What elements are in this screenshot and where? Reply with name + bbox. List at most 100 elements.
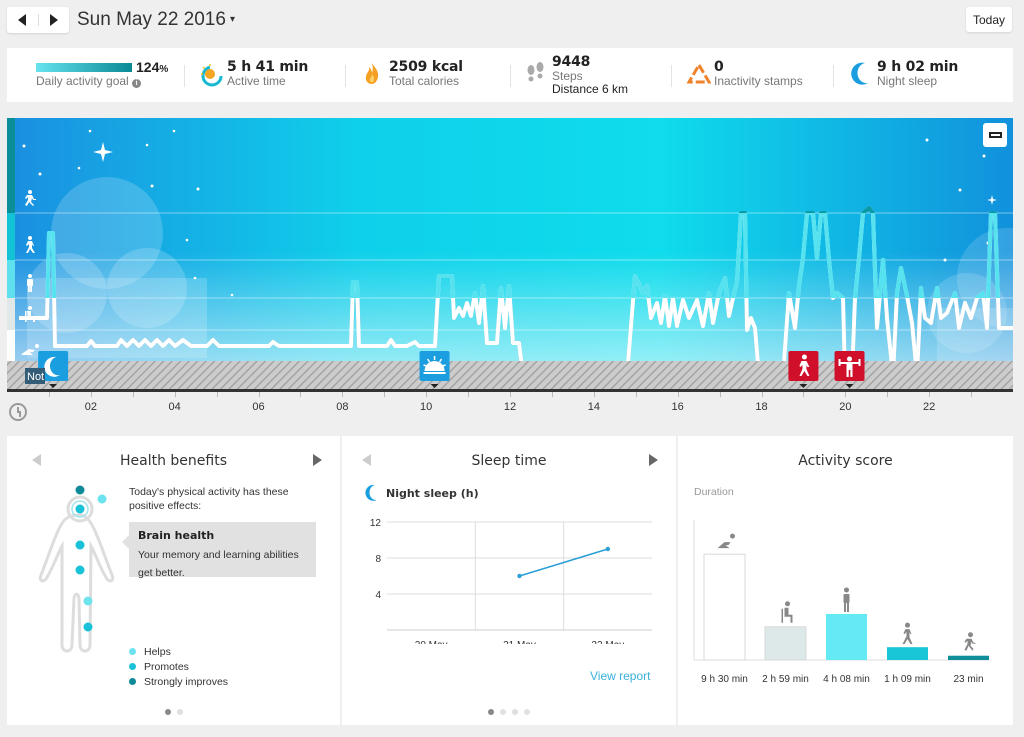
benefit-legend: Helps Promotes Strongly improves xyxy=(129,644,228,689)
today-button[interactable]: Today xyxy=(966,7,1012,32)
bar-label: 1 h 09 min xyxy=(884,674,931,685)
bar-label: 2 h 59 min xyxy=(762,674,809,685)
health-benefits-panel: Health benefits Today's physical activit… xyxy=(7,436,340,725)
standing-icon xyxy=(843,587,850,612)
active-time-label: Active time xyxy=(227,74,286,88)
date-label: Sun May 22 2016 xyxy=(77,9,226,30)
benefit-callout: Brain health Your memory and learning ab… xyxy=(122,522,316,579)
x-tick-label: 20 May xyxy=(415,640,448,644)
activity-goal-percent: 124% xyxy=(136,59,169,75)
axis-tick xyxy=(719,392,721,397)
panel-next-arrow[interactable] xyxy=(649,454,658,466)
benefit-dot xyxy=(75,485,85,495)
benefit-dot xyxy=(83,596,93,606)
axis-tick xyxy=(174,392,176,397)
axis-label: 08 xyxy=(336,401,349,413)
panel-next-arrow[interactable] xyxy=(313,454,322,466)
level-band-resting xyxy=(7,330,15,361)
page-dot[interactable] xyxy=(512,709,518,715)
axis-tick xyxy=(887,392,889,397)
bar-running xyxy=(948,655,989,660)
axis-tick xyxy=(384,392,386,397)
bar-resting xyxy=(703,553,746,661)
axis-tick xyxy=(90,392,92,397)
chevron-left-icon xyxy=(18,14,27,26)
panel-title: Health benefits xyxy=(119,453,227,469)
duration-axis-label: Duration xyxy=(694,486,734,498)
axis-tick xyxy=(510,392,511,397)
top-bar: Sun May 22 2016 ▾ Today xyxy=(0,0,1024,44)
y-tick-label: 8 xyxy=(375,554,381,565)
activity-score-panel: Activity score Duration 9 h 30 min 2 h 59… xyxy=(678,436,1013,725)
page-dots xyxy=(7,709,340,715)
timeline-graph: Not xyxy=(7,118,1013,392)
body-figure xyxy=(38,485,115,653)
divider xyxy=(671,65,672,87)
x-tick-label: 22 May xyxy=(591,640,624,644)
x-tick-label: 21 May xyxy=(503,640,536,644)
next-day-button[interactable] xyxy=(39,7,70,33)
callout-title: Brain health xyxy=(138,529,215,542)
page-dot[interactable] xyxy=(488,709,494,715)
chevron-right-icon xyxy=(49,14,58,26)
benefit-dot xyxy=(75,565,85,575)
axis-tick xyxy=(258,392,260,397)
activity-bar-chart: 9 h 30 min 2 h 59 min 4 h 08 min 1 h 09 min… xyxy=(693,520,989,685)
axis-tick xyxy=(216,392,218,397)
sleep-time-panel: Sleep time Night sleep (h) 4 8 12 20 May 21 … xyxy=(342,436,676,725)
level-band-running xyxy=(7,118,15,213)
axis-tick xyxy=(426,392,428,397)
benefit-intro: Today's physical activity has these posi… xyxy=(129,486,289,512)
moon-icon xyxy=(851,62,868,85)
axis-tick xyxy=(761,392,763,397)
activity-goal-label: Daily activity goal i xyxy=(36,74,142,88)
sleep-data-point xyxy=(605,546,611,552)
panel-prev-arrow[interactable] xyxy=(362,454,371,466)
divider xyxy=(184,65,185,87)
axis-tick xyxy=(677,392,679,397)
axis-tick xyxy=(342,392,344,397)
info-icon[interactable]: i xyxy=(132,79,142,88)
panel-prev-arrow[interactable] xyxy=(32,454,41,466)
activity-timeline[interactable]: Not xyxy=(7,118,1013,392)
sleep-data-point xyxy=(517,573,522,579)
legend-item: Helps xyxy=(129,644,228,659)
axis-tick xyxy=(468,392,470,397)
axis-tick xyxy=(132,392,134,397)
bar-label: 9 h 30 min xyxy=(701,674,748,685)
prev-day-button[interactable] xyxy=(7,7,38,33)
active-time-value: 5 h 41 min xyxy=(227,59,309,75)
axis-label: 18 xyxy=(755,401,768,413)
axis-tick xyxy=(48,392,50,397)
activity-goal-bar xyxy=(36,63,132,72)
panel-title: Activity score xyxy=(798,453,893,469)
collapse-button[interactable] xyxy=(983,123,1007,147)
page-dot[interactable] xyxy=(164,709,171,715)
date-selector[interactable]: Sun May 22 2016 ▾ xyxy=(77,9,235,31)
sitting-icon xyxy=(781,601,793,623)
daily-summary: 124% Daily activity goal i 5 h 41 min Ac… xyxy=(7,48,1013,102)
day-navigation xyxy=(7,7,69,33)
benefit-dot xyxy=(83,622,93,632)
distance-value: Distance 6 km xyxy=(552,82,629,96)
axis-label: 02 xyxy=(84,401,97,413)
clock-icon[interactable] xyxy=(9,403,27,421)
axis-tick xyxy=(551,392,553,397)
page-dot[interactable] xyxy=(176,709,183,715)
page-dot[interactable] xyxy=(500,709,506,715)
sleep-chart-title: Night sleep (h) xyxy=(364,484,479,502)
sleep-value: 9 h 02 min xyxy=(877,59,959,75)
axis-label: 04 xyxy=(168,401,181,413)
bar-label: 23 min xyxy=(953,674,983,685)
axis-label: 16 xyxy=(671,401,684,413)
benefit-dot xyxy=(75,540,85,550)
axis-tick xyxy=(929,392,931,397)
inactivity-value: 0 xyxy=(714,59,724,75)
benefit-dot xyxy=(97,494,107,504)
view-report-link[interactable]: View report xyxy=(590,669,650,683)
y-tick-label: 12 xyxy=(370,518,382,529)
minimize-icon xyxy=(988,132,1002,138)
page-dot[interactable] xyxy=(524,709,530,715)
axis-label: 10 xyxy=(420,401,433,413)
calories-label: Total calories xyxy=(389,74,460,88)
